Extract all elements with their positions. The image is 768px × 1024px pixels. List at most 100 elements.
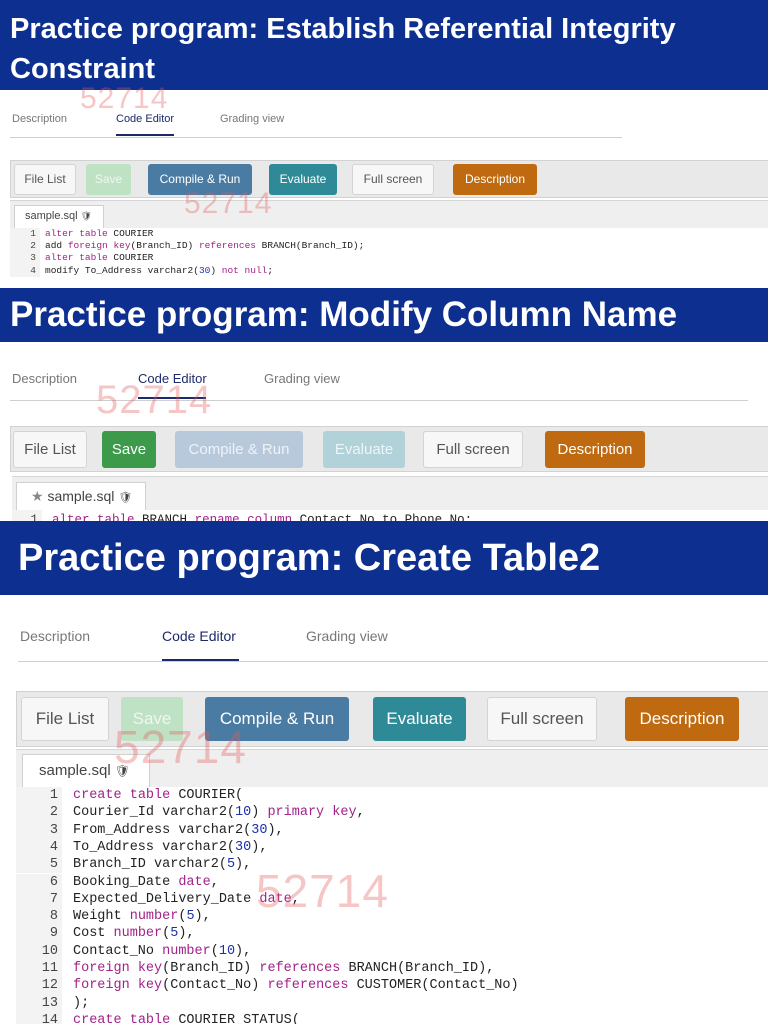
tab-description[interactable]: Description (12, 371, 77, 386)
sql-token: CUSTOMER(Contact_No) (348, 978, 519, 994)
tab-grading-view[interactable]: Grading view (264, 371, 340, 386)
sql-token: Branch_ID varchar2( (73, 857, 227, 873)
code-line[interactable]: 8 Weight number(5), (16, 908, 768, 926)
file-tab-label: sample.sql (25, 210, 78, 222)
file-tab-label: sample.sql (39, 762, 111, 779)
sql-token: To_Address varchar2( (73, 839, 236, 855)
code-text: Weight number(5), (73, 908, 211, 925)
evaluate-button[interactable]: Evaluate (323, 431, 405, 468)
code-text: create table COURIER_STATUS( (73, 1012, 300, 1024)
line-number: 13 (16, 994, 62, 1012)
sql-keyword: create (73, 788, 122, 803)
evaluate-button[interactable]: Evaluate (373, 697, 466, 741)
sql-keyword: table (79, 228, 108, 239)
full-screen-button[interactable]: Full screen (487, 697, 597, 741)
save-button[interactable]: Save (102, 431, 156, 468)
sql-keyword: table (97, 513, 135, 521)
sql-number: 10 (218, 943, 236, 959)
code-text: Branch_ID varchar2(5), (73, 856, 251, 873)
code-line[interactable]: 14 create table COURIER_STATUS( (16, 1011, 768, 1024)
sql-keyword: table (79, 252, 108, 264)
code-line[interactable]: 12 foreign key(Contact_No) references CUS… (16, 977, 768, 995)
code-line[interactable]: 10 Contact_No number(10), (16, 942, 768, 960)
editor-toolbar: File List Save Compile & Run Evaluate Fu… (10, 160, 768, 198)
code-line[interactable]: 1 alter table BRANCH rename column Contac… (12, 510, 768, 521)
active-tab-indicator (116, 134, 174, 136)
code-line[interactable]: 2 Courier_Id varchar2(10) primary key, (16, 804, 768, 822)
sql-keyword: number (162, 943, 211, 959)
sql-token: (Branch_ID) (130, 240, 199, 252)
sql-keyword: date (178, 874, 211, 890)
tab-grading-view[interactable]: Grading view (220, 113, 284, 125)
code-text: foreign key(Branch_ID) references BRANCH… (73, 960, 494, 977)
code-line[interactable]: 11 foreign key(Branch_ID) references BRAN… (16, 960, 768, 978)
code-editor-area[interactable]: 1 alter table BRANCH rename column Contac… (12, 510, 768, 521)
code-text: ); (73, 995, 89, 1012)
line-number: 4 (10, 264, 40, 277)
code-text: add foreign key(Branch_ID) references BR… (45, 240, 364, 252)
compile-run-button[interactable]: Compile & Run (175, 431, 303, 468)
tab-description[interactable]: Description (20, 628, 90, 644)
description-button[interactable]: Description (453, 164, 537, 195)
tab-code-editor[interactable]: Code Editor (162, 628, 236, 644)
compile-run-button[interactable]: Compile & Run (148, 164, 252, 195)
sql-keyword: alter (45, 228, 74, 239)
file-list-button[interactable]: File List (21, 697, 109, 741)
full-screen-button[interactable]: Full screen (352, 164, 434, 195)
evaluate-button[interactable]: Evaluate (269, 164, 337, 195)
code-line[interactable]: 13); (16, 994, 768, 1012)
sql-keyword: table (129, 788, 171, 803)
file-tab-sample-sql[interactable]: sample.sql 🛡︎ (14, 205, 104, 229)
sql-token: Cost (73, 926, 114, 942)
file-tab-sample-sql[interactable]: sample.sql 🛡︎ (22, 754, 150, 788)
file-list-button[interactable]: File List (14, 164, 76, 195)
line-number: 12 (16, 977, 62, 995)
description-button[interactable]: Description (625, 697, 739, 741)
code-line[interactable]: 9 Cost number(5), (16, 925, 768, 943)
code-line[interactable]: 1 create table COURIER( (16, 787, 768, 805)
page-title-line1: Practice program: Create Table2 (18, 537, 601, 579)
code-line[interactable]: 5 Branch_ID varchar2(5), (16, 856, 768, 874)
code-text: Expected_Delivery_Date date, (73, 891, 300, 908)
sql-token: Contact_No (73, 943, 163, 959)
code-text: alter table COURIER (45, 252, 153, 264)
sql-keyword: table (129, 1012, 171, 1024)
code-line[interactable]: 7 Expected_Delivery_Date date, (16, 890, 768, 909)
sql-number: 5 (226, 857, 236, 873)
panel-create-table2: Practice program: Create Table2 Descript… (0, 521, 768, 1024)
sql-token: COURIER (107, 252, 154, 264)
sql-token: ), (267, 822, 284, 838)
code-editor-area[interactable]: 1 alter table COURIER 2 add foreign key(Bra… (10, 228, 768, 280)
code-editor-area[interactable]: 1 create table COURIER(2 Courier_Id varcha… (16, 787, 768, 1024)
code-line[interactable]: 6 Booking_Date date, (16, 873, 768, 891)
sql-number: 5 (186, 909, 195, 925)
tab-code-editor[interactable]: Code Editor (116, 113, 174, 125)
tab-code-editor[interactable]: Code Editor (138, 371, 207, 386)
save-button[interactable]: Save (121, 697, 183, 741)
save-button[interactable]: Save (86, 164, 131, 195)
sql-token: ) (210, 264, 222, 276)
code-line[interactable]: 3 alter table COURIER (10, 252, 768, 265)
page-title-banner: Practice program: Create Table2 (0, 521, 768, 595)
sql-token: ), (235, 857, 252, 873)
file-list-button[interactable]: File List (13, 431, 87, 468)
full-screen-button[interactable]: Full screen (423, 431, 523, 468)
sql-token: BRANCH(Branch_ID); (255, 240, 365, 252)
sql-token: COURIER_STATUS( (170, 1012, 300, 1024)
code-line[interactable]: 4 modify To_Address varchar2(30) not null… (10, 264, 768, 277)
code-line[interactable]: 4 To_Address varchar2(30), (16, 838, 768, 857)
tab-description[interactable]: Description (12, 113, 67, 125)
sql-token: From_Address varchar2( (73, 822, 252, 838)
tab-grading-view[interactable]: Grading view (306, 628, 388, 644)
code-line[interactable]: 3 From_Address varchar2(30), (16, 821, 768, 839)
code-text: From_Address varchar2(30), (73, 822, 284, 839)
file-tab-sample-sql[interactable]: ★ sample.sql 🛡︎ (16, 482, 146, 511)
description-button[interactable]: Description (545, 431, 645, 468)
compile-run-button[interactable]: Compile & Run (205, 697, 349, 741)
sql-number: 10 (235, 805, 252, 821)
code-line[interactable]: 2 add foreign key(Branch_ID) references B… (10, 240, 768, 253)
code-line[interactable]: 1 alter table COURIER (10, 228, 768, 241)
